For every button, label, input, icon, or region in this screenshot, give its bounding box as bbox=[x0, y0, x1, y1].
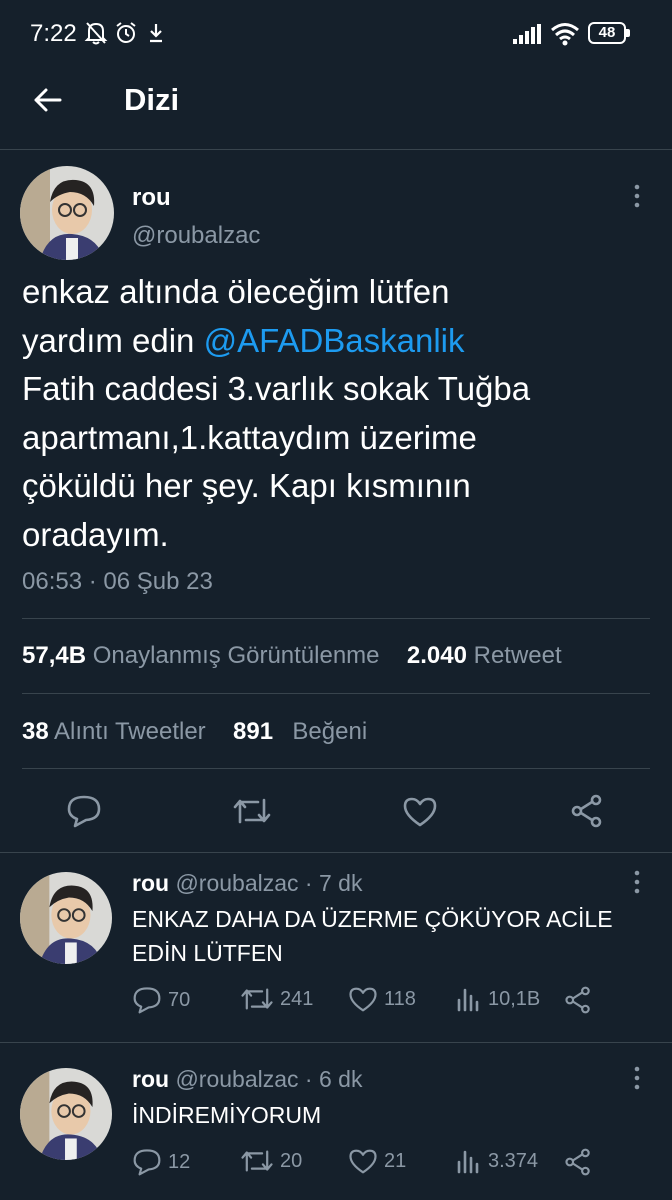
app-header: Dizi bbox=[0, 70, 672, 150]
retweet-count: 241 bbox=[280, 987, 314, 1010]
reply-count-action[interactable]: 70 bbox=[132, 986, 190, 1014]
views-retweets-stats: 57,4B Onaylanmış Görüntülenme 2.040 Retw… bbox=[22, 642, 562, 670]
battery-indicator: 48 bbox=[588, 22, 626, 44]
like-count: 118 bbox=[384, 988, 416, 1010]
wifi-icon bbox=[550, 22, 580, 46]
share-icon[interactable] bbox=[564, 986, 592, 1014]
like-icon[interactable] bbox=[402, 796, 438, 828]
views-label: Onaylanmış Görüntülenme bbox=[92, 642, 380, 669]
quotes-label[interactable]: Alıntı Tweetler bbox=[54, 718, 206, 745]
retweets-label[interactable]: Retweet bbox=[474, 642, 562, 669]
reply-count-action[interactable]: 12 bbox=[132, 1148, 190, 1176]
reply-author-name[interactable]: rou bbox=[132, 870, 169, 896]
reply-header: rou @roubalzac · 7 dk bbox=[132, 870, 362, 897]
analytics-icon[interactable] bbox=[456, 986, 482, 1012]
views-count-action[interactable]: 10,1B bbox=[456, 986, 540, 1012]
like-count-action[interactable]: 118 bbox=[348, 986, 416, 1013]
retweet-icon[interactable] bbox=[240, 986, 274, 1012]
likes-label[interactable]: Beğeni bbox=[292, 718, 367, 745]
avatar[interactable] bbox=[20, 1068, 112, 1160]
tweet-text-line: apartmanı,1.kattaydım üzerime bbox=[22, 418, 477, 456]
battery-tip bbox=[626, 29, 630, 37]
back-arrow-icon[interactable] bbox=[32, 84, 64, 116]
status-time: 7:22 bbox=[30, 20, 77, 47]
share-icon[interactable] bbox=[570, 794, 604, 828]
divider bbox=[22, 768, 650, 769]
retweet-icon[interactable] bbox=[232, 796, 272, 826]
mute-notifications-icon bbox=[84, 20, 108, 46]
signal-icon bbox=[512, 24, 542, 44]
quotes-likes-stats: 38 Alıntı Tweetler 891 Beğeni bbox=[22, 718, 367, 746]
tweet-text-line: oradayım. bbox=[22, 515, 169, 553]
alarm-icon bbox=[114, 20, 138, 46]
share-icon[interactable] bbox=[564, 1148, 592, 1176]
divider bbox=[0, 1042, 672, 1043]
views-count: 10,1B bbox=[488, 987, 541, 1010]
download-icon bbox=[146, 20, 166, 46]
reply-text: ENKAZ DAHA DA ÜZERME ÇÖKÜYOR ACİLE EDİN … bbox=[132, 906, 613, 966]
retweets-count[interactable]: 2.040 bbox=[407, 642, 467, 669]
page-title: Dizi bbox=[124, 82, 180, 117]
tweet-timestamp[interactable]: 06:53 · 06 Şub 23 bbox=[22, 568, 213, 596]
author-name[interactable]: rou bbox=[132, 184, 171, 212]
reply-handle-time[interactable]: @roubalzac · 7 dk bbox=[175, 870, 362, 896]
reply-author-name[interactable]: rou bbox=[132, 1066, 169, 1092]
reply-count: 70 bbox=[168, 988, 191, 1011]
like-icon[interactable] bbox=[348, 1148, 378, 1175]
mention-link[interactable]: @AFADBaskanlik bbox=[204, 322, 465, 359]
avatar[interactable] bbox=[20, 166, 114, 260]
divider bbox=[22, 618, 650, 619]
divider bbox=[22, 693, 650, 694]
status-bar: 7:22 48 bbox=[0, 0, 672, 70]
reply-icon[interactable] bbox=[132, 986, 162, 1014]
tweet-text-line: çöküldü her şey. Kapı kısmının bbox=[22, 467, 471, 504]
more-options-icon[interactable] bbox=[628, 868, 646, 896]
retweet-icon[interactable] bbox=[240, 1148, 274, 1174]
more-options-icon[interactable] bbox=[628, 1064, 646, 1092]
tweet-text-line: yardım edin @AFADBaskanlik bbox=[22, 321, 465, 359]
tweet-text: enkaz altında öleceğim lütfen yardım edi… bbox=[22, 268, 642, 559]
avatar[interactable] bbox=[20, 872, 112, 964]
views-count: 3.374 bbox=[488, 1149, 539, 1172]
retweet-count-action[interactable]: 20 bbox=[240, 1148, 302, 1174]
reply-handle-time[interactable]: @roubalzac · 6 dk bbox=[175, 1066, 362, 1092]
reply-count: 12 bbox=[168, 1150, 191, 1173]
divider bbox=[0, 852, 672, 853]
retweet-count-action[interactable]: 241 bbox=[240, 986, 313, 1012]
retweet-count: 20 bbox=[280, 1149, 303, 1172]
like-count-action[interactable]: 21 bbox=[348, 1148, 406, 1175]
author-handle[interactable]: @roubalzac bbox=[132, 222, 260, 250]
more-options-icon[interactable] bbox=[628, 182, 646, 210]
reply-header: rou @roubalzac · 6 dk bbox=[132, 1066, 362, 1093]
like-count: 21 bbox=[384, 1150, 407, 1172]
likes-count[interactable]: 891 bbox=[233, 718, 273, 745]
tweet-text-line: Fatih caddesi 3.varlık sokak Tuğba bbox=[22, 370, 531, 407]
reply-icon[interactable] bbox=[132, 1148, 162, 1176]
views-count: 57,4B bbox=[22, 642, 87, 669]
reply-text: İNDİREMİYORUM bbox=[132, 1102, 322, 1128]
analytics-icon[interactable] bbox=[456, 1148, 482, 1174]
reply-icon[interactable] bbox=[66, 794, 102, 828]
like-icon[interactable] bbox=[348, 986, 378, 1013]
tweet-text-line: enkaz altında öleceğim lütfen bbox=[22, 273, 450, 310]
views-count-action[interactable]: 3.374 bbox=[456, 1148, 538, 1174]
quotes-count[interactable]: 38 bbox=[22, 718, 49, 745]
